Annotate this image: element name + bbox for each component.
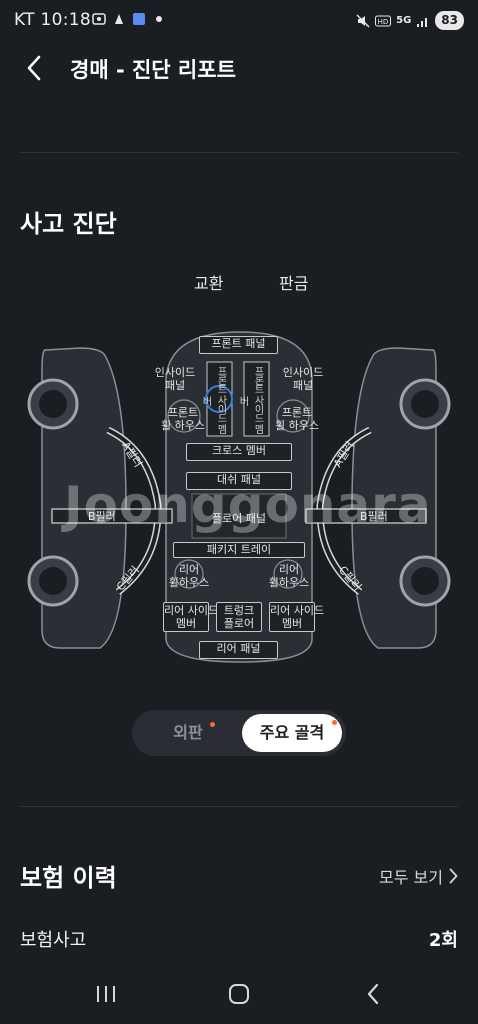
part-rear-side-member-right[interactable]: 리어 사이드 멤버 xyxy=(269,602,324,632)
accident-section-title: 사고 진단 xyxy=(20,210,117,238)
battery-indicator: 83 xyxy=(435,11,464,30)
tab-exterior[interactable]: 외판 xyxy=(138,714,238,752)
chevron-right-icon xyxy=(449,868,458,884)
diagnosis-toggle: 외판 주요 골격 xyxy=(132,710,346,756)
recent-apps-icon xyxy=(97,986,115,1002)
part-inside-panel-right[interactable]: 인사이드 패널 xyxy=(280,366,326,392)
part-package-tray[interactable]: 패키지 트레이 xyxy=(173,542,305,558)
recent-apps-button[interactable] xyxy=(86,978,126,1010)
part-inside-panel-left[interactable]: 인사이드 패널 xyxy=(152,366,198,392)
home-button[interactable] xyxy=(219,978,259,1010)
more-notifications-dot xyxy=(156,16,162,22)
part-trunk-floor[interactable]: 트렁크 플로어 xyxy=(216,602,262,632)
part-rear-side-member-left[interactable]: 리어 사이드 멤버 xyxy=(163,602,218,632)
part-front-side-member-right[interactable]: 프론트 사이드 멤버 xyxy=(237,364,265,436)
legend-exchange: 교환 xyxy=(194,274,224,293)
back-arrow-icon xyxy=(367,983,379,1005)
view-all-link[interactable]: 모두 보기 xyxy=(379,864,458,888)
signal-icon xyxy=(417,17,428,27)
svg-text:HD: HD xyxy=(378,18,389,26)
nav-back-button[interactable] xyxy=(353,978,393,1010)
chevron-left-icon xyxy=(27,55,41,81)
insurance-accident-count: 2회 xyxy=(428,930,458,951)
part-rear-wheelhouse-left[interactable]: 리어 휠하우스 xyxy=(162,563,216,589)
divider xyxy=(20,806,458,807)
message-icon xyxy=(133,13,145,25)
part-front-panel[interactable]: 프론트 패널 xyxy=(199,336,278,354)
hd-icon: HD xyxy=(375,15,392,26)
page-title: 경매 - 진단 리포트 xyxy=(70,58,236,82)
status-bar: KT 10:18 HD 5G 83 xyxy=(0,0,478,42)
frame-badge-dot xyxy=(332,720,337,725)
back-button[interactable] xyxy=(18,52,50,84)
insurance-section-title: 보험 이력 xyxy=(20,864,117,892)
part-front-wheelhouse-left[interactable]: 프론트 휠 하우스 xyxy=(152,406,214,432)
exterior-badge-dot xyxy=(210,722,215,727)
system-nav-bar xyxy=(0,964,478,1024)
part-cross-member[interactable]: 크로스 멤버 xyxy=(186,443,292,461)
home-icon xyxy=(229,984,249,1004)
mute-icon xyxy=(356,14,370,27)
screenshot-icon xyxy=(92,13,106,25)
part-front-side-member-left[interactable]: 프론트 사이드 멤버 xyxy=(200,364,228,436)
part-rear-wheelhouse-right[interactable]: 리어 휠하우스 xyxy=(262,563,316,589)
insurance-accident-label: 보험사고 xyxy=(20,930,87,951)
part-rear-panel[interactable]: 리어 패널 xyxy=(199,641,278,659)
tab-main-frame[interactable]: 주요 골격 xyxy=(242,714,342,752)
status-system-icons: HD 5G 83 xyxy=(356,11,464,30)
legend-sheet-metal: 판금 xyxy=(279,274,309,293)
divider xyxy=(20,152,458,153)
app-header: 경매 - 진단 리포트 xyxy=(0,42,478,98)
app-notification-icon xyxy=(115,14,123,24)
status-notification-icons xyxy=(92,12,162,26)
part-front-wheelhouse-right[interactable]: 프론트 휠 하우스 xyxy=(266,406,328,432)
watermark: Joonggonara xyxy=(64,476,432,534)
status-time: KT 10:18 xyxy=(14,10,92,30)
network-type: 5G xyxy=(396,15,412,26)
